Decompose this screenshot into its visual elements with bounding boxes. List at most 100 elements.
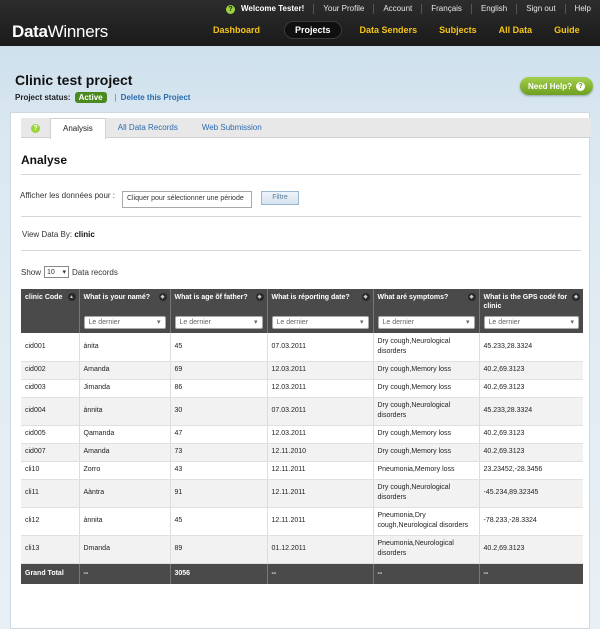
table-cell: cid002 (21, 361, 79, 380)
need-help-button[interactable]: Need Help? ? (520, 77, 593, 95)
column-filter-select[interactable]: Le dernier ▾ (174, 316, 263, 329)
table-row: cli11 Aàntra 91 12.11.2011 Dry cough,Neurolo… (21, 479, 583, 508)
show-label: Show (21, 267, 42, 277)
logo[interactable]: DataWinners (12, 22, 108, 42)
table-cell: 12.11.2010 (266, 443, 373, 462)
sort-icon[interactable]: ◆ (361, 293, 370, 301)
table-cell: Zorro (78, 461, 170, 480)
filter-cell-empty (21, 313, 79, 333)
welcome-label: Welcome Tester! (241, 3, 305, 13)
table-cell: cid003 (21, 379, 79, 398)
need-help-label: Need Help? (527, 81, 572, 91)
table-cell: cid007 (21, 443, 79, 462)
table-cell: Aàntra (78, 479, 170, 508)
account-link[interactable]: Account (373, 3, 421, 14)
table-cell: Jimanda (78, 379, 170, 398)
column-filter-select[interactable]: Le dernier ▾ (483, 316, 579, 329)
sort-icon[interactable]: ◆ (572, 293, 580, 301)
table-cell: 86 (169, 379, 267, 398)
table-cell: cid005 (21, 425, 79, 444)
nav-projects[interactable]: Projects (284, 21, 342, 39)
column-header-label: What is the GPS codé for clinic (483, 294, 568, 310)
sort-icon[interactable]: ◆ (467, 293, 476, 301)
main-nav: Dashboard Projects Data Senders Subjects… (200, 21, 600, 39)
table-cell: 40.2,69.3123 (478, 361, 583, 380)
filter-value: Le dernier (382, 319, 415, 326)
table-body: cid001 ànita 45 07.03.2011 Dry cough,Neurolo… (21, 333, 583, 564)
column-filter-select[interactable]: Le dernier ▾ (83, 316, 166, 329)
page-title: Clinic test project (15, 72, 133, 88)
sort-icon[interactable]: ◆ (255, 293, 264, 301)
period-input[interactable]: Cliquer pour sélectionner une période (122, 191, 252, 208)
table-cell: Dry cough,Memory loss (372, 443, 479, 462)
divider (21, 250, 581, 251)
records-label: Data records (72, 267, 118, 277)
column-header-father-age[interactable]: What is age õf father? ◆ (169, 289, 267, 313)
tab-web-submission[interactable]: Web Submission (190, 118, 274, 137)
table-cell: -78.233,-28.3324 (478, 507, 583, 536)
filter-cell: Le dernier ▾ (169, 313, 267, 333)
column-header-label: What is réporting date? (271, 294, 350, 301)
column-header-name[interactable]: What is your namé? ◆ (78, 289, 170, 313)
column-header-reporting-date[interactable]: What is réporting date? ◆ (266, 289, 373, 313)
table-cell: 30 (169, 397, 267, 426)
project-status-row: Project status: Active | Delete this Pro… (15, 92, 190, 103)
nav-guide[interactable]: Guide (544, 22, 590, 38)
top-bar: ? Welcome Tester! Your Profile Account Fr… (0, 0, 600, 46)
tab-analysis[interactable]: Analysis (50, 118, 106, 139)
status-badge: Active (74, 92, 107, 103)
table-cell: 12.11.2011 (266, 479, 373, 508)
delete-project-link[interactable]: Delete this Project (121, 93, 191, 102)
column-filter-select[interactable]: Le dernier ▾ (271, 316, 369, 329)
view-by-value[interactable]: clinic (74, 230, 94, 239)
column-header-symptoms[interactable]: What aré symptoms? ◆ (372, 289, 479, 313)
logo-rest: Winners (47, 22, 109, 41)
help-link[interactable]: Help (564, 3, 600, 14)
help-icon[interactable]: ? (226, 4, 235, 14)
help-icon: ? (31, 124, 40, 133)
nav-data-senders[interactable]: Data Senders (350, 22, 428, 38)
nav-all-data[interactable]: All Data (489, 22, 543, 38)
table-cell: 07.03.2011 (266, 333, 373, 362)
table-cell: Qamanda (78, 425, 170, 444)
table-row: cid005 Qamanda 47 12.03.2011 Dry cough,Memor… (21, 425, 583, 444)
tab-bar: ? Analysis All Data Records Web Submissi… (21, 118, 591, 139)
data-table: clinic Code ▲ What is your namé? ◆ What is… (21, 289, 583, 584)
tab-help[interactable]: ? (21, 118, 50, 137)
nav-subjects[interactable]: Subjects (429, 22, 487, 38)
table-cell: 45.233,28.3324 (478, 333, 583, 362)
filter-button[interactable]: Filtre (261, 191, 299, 205)
tab-all-data-records[interactable]: All Data Records (106, 118, 190, 137)
filter-cell: Le dernier ▾ (266, 313, 373, 333)
table-cell: 23.23452,-28.3456 (478, 461, 583, 480)
table-cell: 12.11.2011 (266, 507, 373, 536)
total-cell: Grand Total (21, 563, 79, 584)
column-filter-select[interactable]: Le dernier ▾ (377, 316, 475, 329)
table-cell: 12.11.2011 (266, 461, 373, 480)
table-cell: 40.2,69.3123 (478, 425, 583, 444)
table-cell: Dry cough,Neurological disorders (372, 479, 479, 508)
language-english-link[interactable]: English (470, 3, 516, 14)
sort-icon[interactable]: ▲ (67, 293, 76, 301)
divider (21, 174, 581, 175)
table-cell: Dry cough,Neurological disorders (372, 333, 479, 362)
table-cell: 12.03.2011 (266, 361, 373, 380)
table-cell: Pneumonia,Neurological disorders (372, 535, 479, 564)
question-icon: ? (576, 81, 585, 91)
your-profile-link[interactable]: Your Profile (313, 3, 373, 14)
column-header-clinic-code[interactable]: clinic Code ▲ (21, 289, 79, 313)
sign-out-link[interactable]: Sign out (516, 3, 564, 14)
table-cell: Dry cough,Memory loss (372, 379, 479, 398)
sort-icon[interactable]: ◆ (158, 293, 167, 301)
nav-dashboard[interactable]: Dashboard (203, 22, 270, 38)
table-row: cid007 Amanda 73 12.11.2010 Dry cough,Memory… (21, 443, 583, 462)
welcome-text: ? Welcome Tester! (217, 4, 313, 14)
column-header-gps[interactable]: What is the GPS codé for clinic ◆ (478, 289, 583, 313)
filter-cell: Le dernier ▾ (372, 313, 479, 333)
page-size-value: 10 (47, 268, 55, 276)
language-french-link[interactable]: Français (421, 3, 471, 14)
view-by-label: View Data By: (22, 230, 73, 239)
page-size-select[interactable]: 10 ▾ (44, 266, 70, 278)
filter-cell: Le dernier ▾ (78, 313, 170, 333)
table-cell: Dry cough,Memory loss (372, 361, 479, 380)
